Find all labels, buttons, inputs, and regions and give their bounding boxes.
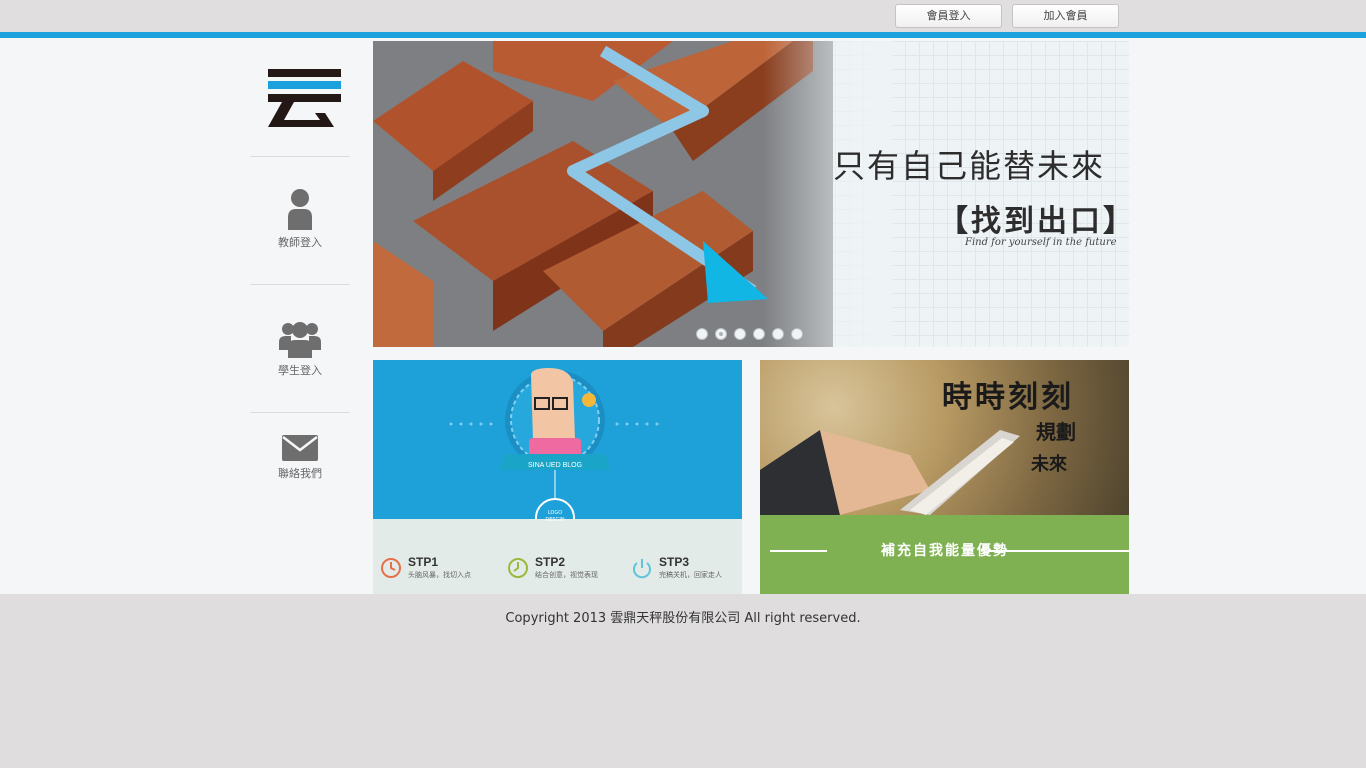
sidebar-item-teacher-login[interactable]: 教師登入	[250, 188, 350, 250]
banner-subtitle: 【找到出口】	[938, 204, 1129, 239]
promo-heading-line1: 時時刻刻	[942, 380, 1074, 415]
slide-dot[interactable]	[734, 328, 746, 340]
member-login-button[interactable]: 會員登入	[895, 4, 1002, 28]
step-title: STP2	[535, 555, 566, 569]
sidebar-divider	[250, 284, 350, 285]
step-description: 结合创意，视觉表现	[535, 571, 598, 579]
cloud-char-logo[interactable]	[268, 69, 341, 129]
promo-tile-design-steps[interactable]: SINA UED BLOG LOGO DESGIN STP1 头脑风暴，找切入点…	[373, 360, 742, 594]
step-description: 头脑风暴，找切入点	[408, 571, 471, 579]
step-title: STP1	[408, 555, 439, 569]
caption-rule-left	[770, 550, 827, 552]
promo-caption: 補充自我能量優勢	[881, 543, 1009, 559]
logo-design-text: LOGO DESGIN	[545, 510, 565, 523]
slide-dot-active[interactable]	[715, 328, 727, 340]
sidebar-item-contact-us[interactable]: 聯絡我們	[250, 435, 350, 481]
clock-icon	[381, 558, 401, 578]
person-icon	[288, 189, 312, 230]
main-area: 教師登入 學生登入 聯絡我們 只有自己能替未來 【找到出口】 Find for …	[0, 38, 1366, 594]
sidebar-item-label: 教師登入	[278, 236, 322, 249]
sidebar-divider	[250, 156, 350, 157]
sidebar-divider	[250, 412, 350, 413]
cartoon-mascot-illustration: SINA UED BLOG	[449, 368, 659, 520]
brick-maze-illustration	[373, 41, 893, 347]
promo-heading-line2: 規劃	[1036, 420, 1076, 444]
power-icon	[633, 559, 651, 579]
banner-title: 只有自己能替未來	[833, 147, 1106, 185]
clock-icon	[508, 558, 528, 578]
join-member-button[interactable]: 加入會員	[1012, 4, 1119, 28]
slide-dot[interactable]	[772, 328, 784, 340]
slide-dot[interactable]	[696, 328, 708, 340]
slide-indicator	[696, 328, 803, 340]
promo-tile-plan-future[interactable]: 時時刻刻 規劃 未來 補充自我能量優勢	[760, 360, 1129, 594]
top-bar: 會員登入 加入會員	[0, 0, 1366, 32]
step-description: 完稿关机，回家走人	[659, 571, 722, 579]
promo-heading-line3: 未來	[1031, 454, 1067, 475]
mail-icon	[282, 435, 318, 461]
slide-dot[interactable]	[753, 328, 765, 340]
sidebar-item-student-login[interactable]: 學生登入	[250, 320, 350, 378]
hero-banner[interactable]: 只有自己能替未來 【找到出口】 Find for yourself in the…	[373, 41, 1129, 347]
sidebar-item-label: 學生登入	[278, 364, 322, 377]
mascot-badge-text: SINA UED BLOG	[528, 462, 582, 469]
banner-english-tagline: Find for yourself in the future	[965, 237, 1117, 248]
step-title: STP3	[659, 555, 690, 569]
footer-copyright: Copyright 2013 雲鼎天秤股份有限公司 All right rese…	[505, 611, 861, 626]
group-icon	[279, 322, 321, 358]
sidebar-item-label: 聯絡我們	[278, 467, 322, 480]
slide-dot[interactable]	[791, 328, 803, 340]
